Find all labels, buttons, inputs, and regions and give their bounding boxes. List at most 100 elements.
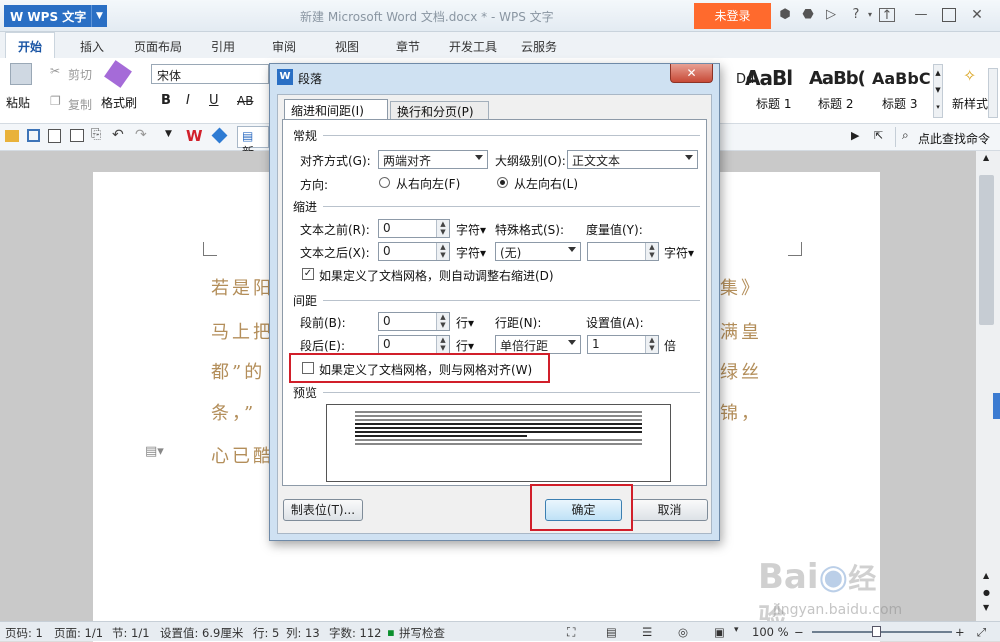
page-view-icon[interactable]: ▤ <box>606 625 617 639</box>
rtl-radio[interactable] <box>379 177 390 188</box>
settings-icon[interactable]: ⬣ <box>801 8 815 22</box>
side-panel-toggle[interactable] <box>993 393 1000 419</box>
presentation-icon[interactable]: ▶ <box>851 129 859 142</box>
spell-check-button[interactable]: 拼写检查 <box>399 625 445 641</box>
auto-adjust-checkbox[interactable]: ✓ <box>302 268 314 280</box>
ltr-label[interactable]: 从左向右(L) <box>514 175 578 192</box>
zoom-level[interactable]: 100 % <box>752 625 789 639</box>
ribbon-scroll[interactable] <box>988 68 998 118</box>
tab-home[interactable]: 开始 <box>5 32 56 58</box>
undo-icon[interactable]: ↶ <box>112 127 124 143</box>
chevron-down-icon[interactable]: ▼ <box>165 129 172 139</box>
close-icon[interactable]: ✕ <box>970 8 984 22</box>
prev-page-icon[interactable]: ▲ <box>983 571 989 580</box>
indent-before-input[interactable]: 0 ▲ ▼ <box>378 219 450 238</box>
tab-cloud[interactable]: 云服务 <box>521 38 557 55</box>
minimize-icon[interactable]: — <box>914 8 928 22</box>
outline-level-select[interactable]: 正文文本 <box>567 150 698 169</box>
help-icon[interactable]: ? <box>847 8 865 22</box>
line-spacing-select[interactable]: 单倍行距 <box>495 335 581 354</box>
style-heading-1-label[interactable]: 标题 1 <box>756 95 791 112</box>
minimize-ribbon-icon[interactable]: ⇱ <box>874 129 883 142</box>
alignment-select[interactable]: 两端对齐 <box>378 150 488 169</box>
special-format-select[interactable]: (无) <box>495 242 581 261</box>
spacing-before-unit[interactable]: 行▾ <box>456 314 474 331</box>
spacing-after-unit[interactable]: 行▾ <box>456 337 474 354</box>
save-icon[interactable] <box>27 129 40 142</box>
tab-developer[interactable]: 开发工具 <box>449 38 497 55</box>
app-menu-button[interactable]: W WPS 文字 ▼ <box>4 5 107 27</box>
underline-icon[interactable]: U <box>209 93 219 108</box>
tab-insert[interactable]: 插入 <box>80 38 104 55</box>
next-page-icon[interactable]: ▼ <box>983 603 989 612</box>
restore-ribbon-icon[interactable]: ↑ <box>879 8 895 23</box>
web-view-icon[interactable]: ◎ <box>678 625 688 639</box>
spacing-before-input[interactable]: 0 ▲ ▼ <box>378 312 450 331</box>
cancel-button[interactable]: 取消 <box>631 499 708 521</box>
scroll-up-icon[interactable]: ▲ <box>983 153 989 162</box>
chevron-down-icon[interactable]: ▾ <box>866 8 874 22</box>
fullscreen-view-icon[interactable]: ⛶ <box>567 625 575 640</box>
tab-sections[interactable]: 章节 <box>396 38 420 55</box>
read-view-icon[interactable]: ▣ <box>714 625 725 639</box>
skin-icon[interactable]: ⬢ <box>778 8 792 22</box>
dialog-close-button[interactable]: ✕ <box>670 64 713 83</box>
document-tab[interactable]: ▤新 <box>237 126 269 159</box>
ltr-radio[interactable] <box>497 177 508 188</box>
scroll-thumb[interactable] <box>979 175 994 325</box>
tab-review[interactable]: 审阅 <box>272 38 296 55</box>
indent-before-unit[interactable]: 字符▾ <box>456 221 486 238</box>
zoom-slider[interactable] <box>812 631 952 633</box>
maximize-icon[interactable] <box>942 8 956 22</box>
spacing-after-input[interactable]: 0 ▲ ▼ <box>378 335 450 354</box>
cut-button[interactable]: 剪切 <box>68 66 92 83</box>
copy-button[interactable]: 复制 <box>68 96 92 113</box>
login-button[interactable]: 未登录 <box>694 3 771 29</box>
style-heading-2-preview[interactable]: AaBb( <box>809 68 866 89</box>
wps-office-icon[interactable]: W <box>186 127 203 145</box>
font-name-select[interactable]: 宋体 <box>151 64 269 84</box>
tab-stops-button[interactable]: 制表位(T)... <box>283 499 363 521</box>
tab-references[interactable]: 引用 <box>211 38 235 55</box>
rtl-label[interactable]: 从右向左(F) <box>396 175 460 192</box>
select-browse-icon[interactable]: ● <box>983 588 990 597</box>
measure-unit[interactable]: 字符▾ <box>664 244 694 261</box>
measure-input[interactable]: ▲ ▼ <box>587 242 659 261</box>
bold-icon[interactable]: B <box>161 93 171 108</box>
export-icon[interactable]: ⎘ <box>91 127 101 142</box>
cloud-box-icon[interactable] <box>211 127 228 144</box>
indent-after-input[interactable]: 0 ▲ ▼ <box>378 242 450 261</box>
style-heading-1-preview[interactable]: AaBl <box>745 66 793 90</box>
zoom-slider-thumb[interactable] <box>872 626 881 637</box>
style-heading-2-label[interactable]: 标题 2 <box>818 95 853 112</box>
indent-after-unit[interactable]: 字符▾ <box>456 244 486 261</box>
tab-indent-spacing[interactable]: 缩进和间距(I) <box>284 99 388 119</box>
zoom-out-icon[interactable]: − <box>794 625 804 639</box>
fit-width-icon[interactable]: ⤢ <box>977 625 986 640</box>
redo-icon[interactable]: ↷ <box>135 127 147 143</box>
outline-view-icon[interactable]: ☰ <box>642 625 652 639</box>
styles-scroll[interactable]: ▲ ▼ ▾ <box>933 64 943 118</box>
paste-button[interactable]: 粘贴 <box>6 94 30 111</box>
vertical-scrollbar[interactable]: ▲ ▲ ● ▼ <box>975 151 1000 621</box>
paragraph-marker-icon[interactable]: ▤▾ <box>145 444 164 459</box>
open-folder-icon[interactable] <box>5 130 19 142</box>
status-word-count[interactable]: 字数: 112 <box>329 625 381 641</box>
italic-icon[interactable]: I <box>186 93 190 108</box>
new-style-button[interactable]: 新样式 <box>952 95 988 112</box>
share-icon[interactable]: ▷ <box>822 8 840 22</box>
tab-view[interactable]: 视图 <box>335 38 359 55</box>
format-painter-button[interactable]: 格式刷 <box>101 94 137 111</box>
tab-page-layout[interactable]: 页面布局 <box>134 38 182 55</box>
chevron-down-icon[interactable]: ▾ <box>734 625 739 635</box>
zoom-in-icon[interactable]: + <box>955 625 965 639</box>
print-preview-icon[interactable] <box>48 129 61 143</box>
style-heading-3-preview[interactable]: AaBbC <box>872 69 931 88</box>
tab-line-page-breaks[interactable]: 换行和分页(P) <box>390 101 489 119</box>
style-heading-3-label[interactable]: 标题 3 <box>882 95 917 112</box>
set-value-input[interactable]: 1 ▲ ▼ <box>587 335 659 354</box>
auto-adjust-label[interactable]: 如果定义了文档网格，则自动调整右缩进(D) <box>319 267 554 284</box>
command-search-input[interactable]: 点此查找命令 <box>918 130 990 147</box>
print-icon[interactable] <box>70 129 84 142</box>
strikethrough-icon[interactable]: AB <box>237 94 253 108</box>
